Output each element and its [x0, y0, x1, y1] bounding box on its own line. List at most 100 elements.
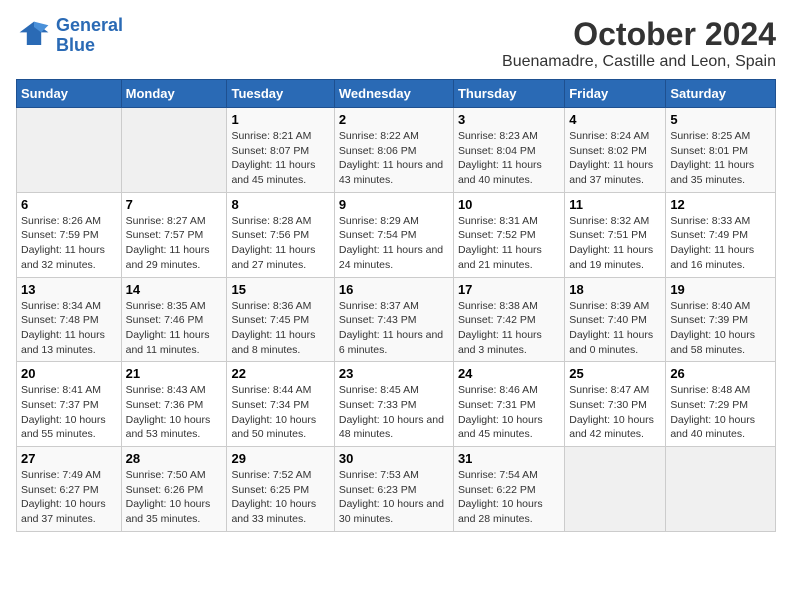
day-info: Sunrise: 8:39 AMSunset: 7:40 PMDaylight:… [569, 299, 661, 358]
day-info: Sunrise: 8:23 AMSunset: 8:04 PMDaylight:… [458, 129, 560, 188]
day-info: Sunrise: 8:35 AMSunset: 7:46 PMDaylight:… [126, 299, 223, 358]
day-info: Sunrise: 8:34 AMSunset: 7:48 PMDaylight:… [21, 299, 117, 358]
calendar-cell: 7Sunrise: 8:27 AMSunset: 7:57 PMDaylight… [121, 192, 227, 277]
day-number: 6 [21, 197, 117, 212]
day-number: 20 [21, 366, 117, 381]
calendar-cell: 12 Sunrise: 8:33 AMSunset: 7:49 PMDayligh… [666, 192, 776, 277]
calendar-cell: 10Sunrise: 8:31 AMSunset: 7:52 PMDayligh… [453, 192, 564, 277]
header-saturday: Saturday [666, 80, 776, 108]
calendar-title: October 2024 [502, 16, 776, 53]
calendar-week-3: 13 Sunrise: 8:34 AMSunset: 7:48 PMDayligh… [17, 277, 776, 362]
header-thursday: Thursday [453, 80, 564, 108]
calendar-cell: 4 Sunrise: 8:24 AMSunset: 8:02 PMDaylight… [565, 108, 666, 193]
day-info: Sunrise: 8:45 AMSunset: 7:33 PMDaylight:… [339, 383, 449, 442]
day-info: Sunrise: 8:21 AMSunset: 8:07 PMDaylight:… [231, 129, 329, 188]
day-number: 12 [670, 197, 771, 212]
day-number: 1 [231, 112, 329, 127]
day-info: Sunrise: 8:48 AMSunset: 7:29 PMDaylight:… [670, 383, 771, 442]
calendar-cell: 16 Sunrise: 8:37 AMSunset: 7:43 PMDayligh… [334, 277, 453, 362]
day-info: Sunrise: 7:53 AMSunset: 6:23 PMDaylight:… [339, 468, 449, 527]
header-sunday: Sunday [17, 80, 122, 108]
calendar-cell: 27Sunrise: 7:49 AMSunset: 6:27 PMDayligh… [17, 447, 122, 532]
calendar-subtitle: Buenamadre, Castille and Leon, Spain [502, 53, 776, 71]
day-number: 13 [21, 282, 117, 297]
day-info: Sunrise: 8:22 AMSunset: 8:06 PMDaylight:… [339, 129, 449, 188]
day-number: 23 [339, 366, 449, 381]
day-number: 17 [458, 282, 560, 297]
calendar-body: 1 Sunrise: 8:21 AMSunset: 8:07 PMDaylight… [17, 108, 776, 532]
calendar-cell: 25 Sunrise: 8:47 AMSunset: 7:30 PMDayligh… [565, 362, 666, 447]
day-number: 2 [339, 112, 449, 127]
calendar-cell [565, 447, 666, 532]
day-info: Sunrise: 8:46 AMSunset: 7:31 PMDaylight:… [458, 383, 560, 442]
day-number: 4 [569, 112, 661, 127]
logo: General Blue [16, 16, 123, 56]
day-info: Sunrise: 7:52 AMSunset: 6:25 PMDaylight:… [231, 468, 329, 527]
header-wednesday: Wednesday [334, 80, 453, 108]
calendar-cell: 14Sunrise: 8:35 AMSunset: 7:46 PMDayligh… [121, 277, 227, 362]
day-info: Sunrise: 8:37 AMSunset: 7:43 PMDaylight:… [339, 299, 449, 358]
day-info: Sunrise: 7:49 AMSunset: 6:27 PMDaylight:… [21, 468, 117, 527]
calendar-cell: 29 Sunrise: 7:52 AMSunset: 6:25 PMDayligh… [227, 447, 334, 532]
calendar-cell: 18Sunrise: 8:39 AMSunset: 7:40 PMDayligh… [565, 277, 666, 362]
logo-icon [16, 18, 52, 54]
calendar-cell: 23 Sunrise: 8:45 AMSunset: 7:33 PMDayligh… [334, 362, 453, 447]
header-tuesday: Tuesday [227, 80, 334, 108]
day-number: 16 [339, 282, 449, 297]
calendar-cell: 3 Sunrise: 8:23 AMSunset: 8:04 PMDaylight… [453, 108, 564, 193]
day-info: Sunrise: 7:50 AMSunset: 6:26 PMDaylight:… [126, 468, 223, 527]
day-number: 9 [339, 197, 449, 212]
day-number: 22 [231, 366, 329, 381]
page-header: General Blue October 2024 Buenamadre, Ca… [16, 16, 776, 71]
calendar-cell: 6Sunrise: 8:26 AMSunset: 7:59 PMDaylight… [17, 192, 122, 277]
calendar-week-4: 20 Sunrise: 8:41 AMSunset: 7:37 PMDayligh… [17, 362, 776, 447]
day-number: 28 [126, 451, 223, 466]
day-number: 8 [231, 197, 329, 212]
day-number: 30 [339, 451, 449, 466]
day-number: 29 [231, 451, 329, 466]
calendar-cell: 22 Sunrise: 8:44 AMSunset: 7:34 PMDayligh… [227, 362, 334, 447]
calendar-cell: 19Sunrise: 8:40 AMSunset: 7:39 PMDayligh… [666, 277, 776, 362]
day-info: Sunrise: 8:29 AMSunset: 7:54 PMDaylight:… [339, 214, 449, 273]
calendar-table: Sunday Monday Tuesday Wednesday Thursday… [16, 79, 776, 532]
day-info: Sunrise: 8:28 AMSunset: 7:56 PMDaylight:… [231, 214, 329, 273]
calendar-cell: 15Sunrise: 8:36 AMSunset: 7:45 PMDayligh… [227, 277, 334, 362]
calendar-cell: 26Sunrise: 8:48 AMSunset: 7:29 PMDayligh… [666, 362, 776, 447]
day-number: 7 [126, 197, 223, 212]
calendar-cell [666, 447, 776, 532]
calendar-cell: 28 Sunrise: 7:50 AMSunset: 6:26 PMDayligh… [121, 447, 227, 532]
day-number: 5 [670, 112, 771, 127]
day-info: Sunrise: 8:38 AMSunset: 7:42 PMDaylight:… [458, 299, 560, 358]
calendar-week-5: 27Sunrise: 7:49 AMSunset: 6:27 PMDayligh… [17, 447, 776, 532]
calendar-week-2: 6Sunrise: 8:26 AMSunset: 7:59 PMDaylight… [17, 192, 776, 277]
day-info: Sunrise: 8:32 AMSunset: 7:51 PMDaylight:… [569, 214, 661, 273]
day-number: 31 [458, 451, 560, 466]
calendar-cell: 30 Sunrise: 7:53 AMSunset: 6:23 PMDayligh… [334, 447, 453, 532]
calendar-cell: 8 Sunrise: 8:28 AMSunset: 7:56 PMDaylight… [227, 192, 334, 277]
day-number: 25 [569, 366, 661, 381]
calendar-cell: 20 Sunrise: 8:41 AMSunset: 7:37 PMDayligh… [17, 362, 122, 447]
calendar-cell: 9 Sunrise: 8:29 AMSunset: 7:54 PMDaylight… [334, 192, 453, 277]
calendar-cell [17, 108, 122, 193]
day-number: 11 [569, 197, 661, 212]
logo-text: General Blue [56, 16, 123, 56]
day-info: Sunrise: 8:25 AMSunset: 8:01 PMDaylight:… [670, 129, 771, 188]
day-info: Sunrise: 8:41 AMSunset: 7:37 PMDaylight:… [21, 383, 117, 442]
calendar-cell: 17 Sunrise: 8:38 AMSunset: 7:42 PMDayligh… [453, 277, 564, 362]
day-info: Sunrise: 8:33 AMSunset: 7:49 PMDaylight:… [670, 214, 771, 273]
calendar-cell: 21 Sunrise: 8:43 AMSunset: 7:36 PMDayligh… [121, 362, 227, 447]
day-info: Sunrise: 8:31 AMSunset: 7:52 PMDaylight:… [458, 214, 560, 273]
day-number: 21 [126, 366, 223, 381]
day-info: Sunrise: 7:54 AMSunset: 6:22 PMDaylight:… [458, 468, 560, 527]
calendar-week-1: 1 Sunrise: 8:21 AMSunset: 8:07 PMDaylight… [17, 108, 776, 193]
day-info: Sunrise: 8:47 AMSunset: 7:30 PMDaylight:… [569, 383, 661, 442]
header-monday: Monday [121, 80, 227, 108]
calendar-cell: 11 Sunrise: 8:32 AMSunset: 7:51 PMDayligh… [565, 192, 666, 277]
calendar-cell: 13 Sunrise: 8:34 AMSunset: 7:48 PMDayligh… [17, 277, 122, 362]
day-info: Sunrise: 8:44 AMSunset: 7:34 PMDaylight:… [231, 383, 329, 442]
day-info: Sunrise: 8:43 AMSunset: 7:36 PMDaylight:… [126, 383, 223, 442]
day-number: 3 [458, 112, 560, 127]
day-info: Sunrise: 8:24 AMSunset: 8:02 PMDaylight:… [569, 129, 661, 188]
title-block: October 2024 Buenamadre, Castille and Le… [502, 16, 776, 71]
calendar-cell: 1 Sunrise: 8:21 AMSunset: 8:07 PMDaylight… [227, 108, 334, 193]
